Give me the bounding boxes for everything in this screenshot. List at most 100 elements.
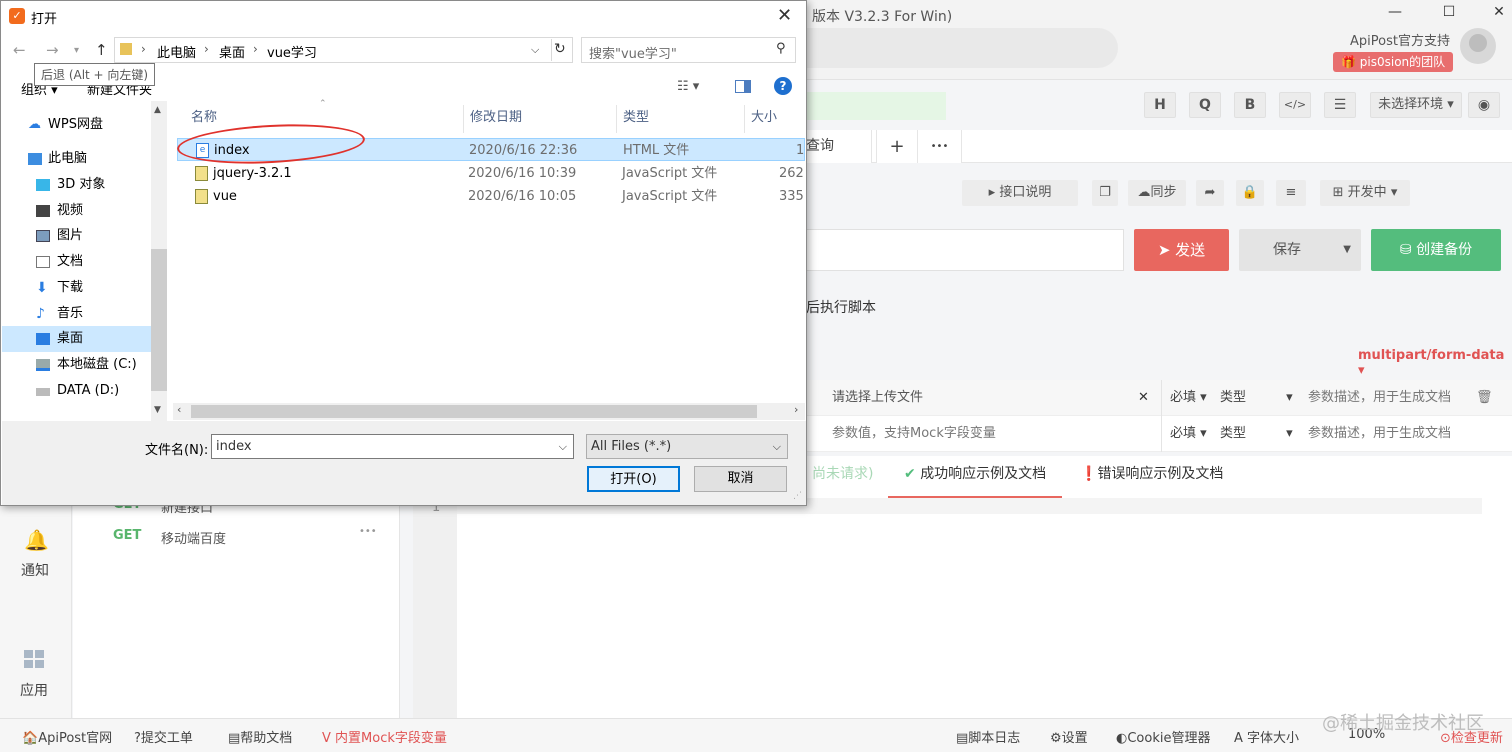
breadcrumb-this-pc[interactable]: 此电脑 (157, 42, 196, 61)
column-name[interactable]: 名称 (191, 105, 217, 133)
bell-icon[interactable]: 🔔 (24, 528, 49, 552)
bold-button[interactable]: B (1234, 92, 1266, 118)
nav-notify-label[interactable]: 通知 (21, 560, 49, 580)
add-tab-button[interactable]: + (876, 130, 918, 163)
tab-error-response[interactable]: ❗错误响应示例及文档 (1080, 456, 1223, 498)
tab-query[interactable]: 查询 (806, 130, 872, 163)
nav-scrollbar-thumb[interactable] (151, 249, 167, 391)
sync-button[interactable]: ☁同步 (1128, 180, 1186, 206)
up-arrow-icon[interactable]: ↑ (95, 41, 108, 59)
minimize-icon[interactable]: — (1380, 4, 1410, 24)
column-divider[interactable] (463, 105, 464, 133)
column-date[interactable]: 修改日期 (470, 105, 522, 133)
maximize-icon[interactable]: ☐ (1434, 4, 1464, 24)
statusbar-font-size[interactable]: A 字体大小 (1234, 727, 1299, 746)
chevron-right-icon[interactable]: › (253, 42, 258, 56)
statusbar-settings[interactable]: ⚙设置 (1050, 727, 1088, 746)
create-backup-button[interactable]: ⛁ 创建备份 (1371, 229, 1501, 271)
nav-item-downloads[interactable]: ⬇ 下载 (2, 275, 151, 301)
nav-item-wps[interactable]: ☁ WPS网盘 (2, 112, 151, 138)
back-arrow-icon[interactable]: ← (13, 41, 26, 59)
lock-icon[interactable]: 🔒 (1236, 180, 1264, 206)
official-support-link[interactable]: ApiPost官方支持 (1350, 30, 1450, 49)
nav-item-music[interactable]: ♪ 音乐 (2, 301, 151, 327)
tab-pending[interactable]: 尚未请求) (812, 456, 873, 498)
scroll-right-icon[interactable]: › (794, 403, 798, 416)
env-select[interactable]: 未选择环境 ▾ (1370, 92, 1462, 118)
dialog-close-icon[interactable]: ✕ (777, 5, 792, 26)
param-desc-input[interactable]: 参数描述，用于生成文档 (1308, 416, 1451, 452)
clear-icon[interactable]: ✕ (1138, 380, 1149, 416)
file-row[interactable]: vue 2020/6/16 10:05 JavaScript 文件 335 (177, 185, 805, 208)
required-select[interactable]: 必填 ▾ (1170, 416, 1207, 452)
statusbar-ticket-link[interactable]: ?提交工单 (134, 727, 193, 746)
statusbar-cookie[interactable]: ◐Cookie管理器 (1116, 727, 1210, 746)
save-button[interactable]: 保存 ▼ (1239, 229, 1361, 271)
code-button[interactable]: </> (1279, 92, 1311, 118)
preview-pane-icon[interactable] (735, 80, 751, 93)
column-type[interactable]: 类型 (623, 105, 649, 133)
statusbar-official-link[interactable]: 🏠ApiPost官网 (22, 727, 112, 746)
list-button[interactable]: ☰ (1324, 92, 1356, 118)
app-search-bar[interactable] (806, 28, 1118, 68)
more-icon[interactable]: ••• (359, 526, 377, 537)
send-button[interactable]: ➤ 发送 (1134, 229, 1229, 271)
copy-icon[interactable]: ❐ (1092, 180, 1118, 206)
recent-chevron-icon[interactable]: ▾ (74, 45, 79, 56)
param-value-input[interactable]: 参数值，支持Mock字段变量 (832, 416, 996, 452)
nav-item-3d[interactable]: 3D 对象 (2, 172, 151, 198)
close-app-icon[interactable]: ✕ (1484, 4, 1512, 24)
nav-item-drive-c[interactable]: 本地磁盘 (C:) (2, 352, 151, 378)
heading-button[interactable]: H (1144, 92, 1176, 118)
open-button[interactable]: 打开(O) (587, 466, 680, 492)
param-desc-input[interactable]: 参数描述，用于生成文档 (1308, 380, 1451, 416)
response-editor[interactable] (413, 498, 1512, 718)
scroll-up-icon[interactable]: ▲ (154, 105, 161, 115)
nav-item-drive-d[interactable]: DATA (D:) (2, 378, 151, 404)
nav-item-videos[interactable]: 视频 (2, 198, 151, 224)
chevron-right-icon[interactable]: › (141, 42, 146, 56)
team-badge[interactable]: 🎁 pis0sion的团队 (1333, 52, 1454, 72)
filename-dropdown-icon[interactable]: ⌵ (559, 435, 567, 458)
address-dropdown-icon[interactable]: ⌵ (531, 43, 539, 57)
apps-grid-icon[interactable] (24, 650, 44, 668)
url-input[interactable] (806, 229, 1124, 271)
required-select[interactable]: 必填 ▾ (1170, 380, 1207, 416)
cancel-button[interactable]: 取消 (694, 466, 787, 492)
filename-input[interactable]: index ⌵ (211, 434, 574, 459)
search-icon[interactable]: ⚲ (776, 41, 786, 56)
hscrollbar-thumb[interactable] (191, 405, 757, 418)
scroll-down-icon[interactable]: ▼ (154, 405, 161, 415)
avatar[interactable] (1460, 28, 1496, 64)
forward-arrow-icon[interactable]: → (46, 41, 59, 59)
content-type-select[interactable]: multipart/form-data ▾ (1358, 348, 1512, 378)
help-icon[interactable]: ? (774, 77, 792, 95)
dev-status-select[interactable]: ⊞ 开发中 ▾ (1320, 180, 1410, 206)
scroll-left-icon[interactable]: ‹ (177, 403, 181, 416)
statusbar-help-link[interactable]: ▤帮助文档 (228, 727, 292, 746)
search-input[interactable]: 搜索"vue学习" ⚲ (581, 37, 796, 63)
statusbar-mock-link[interactable]: V 内置Mock字段变量 (322, 727, 447, 746)
database-icon[interactable]: ≡ (1276, 180, 1306, 206)
eye-icon[interactable]: ◉ (1468, 92, 1500, 118)
param-file-input[interactable]: 请选择上传文件 (832, 380, 923, 416)
column-divider[interactable] (744, 105, 745, 133)
tab-more-button[interactable]: ••• (918, 130, 962, 163)
save-dropdown-icon[interactable]: ▼ (1343, 229, 1351, 271)
type-select[interactable]: 类型 ▾ (1220, 380, 1293, 416)
column-size[interactable]: 大小 (751, 105, 777, 133)
filetype-select[interactable]: All Files (*.*) ⌵ (586, 434, 788, 459)
list-item[interactable]: GET 移动端百度 ••• (113, 526, 393, 548)
type-select[interactable]: 类型 ▾ (1220, 416, 1293, 452)
refresh-icon[interactable]: ↻ (554, 41, 566, 57)
api-desc-button[interactable]: ▸ 接口说明 (962, 180, 1078, 206)
nav-item-documents[interactable]: 文档 (2, 249, 151, 275)
view-options-icon[interactable]: ☷ ▾ (677, 79, 699, 94)
nav-item-desktop[interactable]: 桌面 (2, 326, 151, 352)
statusbar-script-log[interactable]: ▤脚本日志 (956, 727, 1020, 746)
quote-button[interactable]: Q (1189, 92, 1221, 118)
post-script-tab[interactable]: 后执行脚本 (806, 297, 876, 317)
tab-success-response[interactable]: ✔ 成功响应示例及文档 (888, 456, 1062, 498)
dialog-titlebar[interactable] (1, 1, 806, 33)
breadcrumb-vue[interactable]: vue学习 (267, 42, 317, 61)
